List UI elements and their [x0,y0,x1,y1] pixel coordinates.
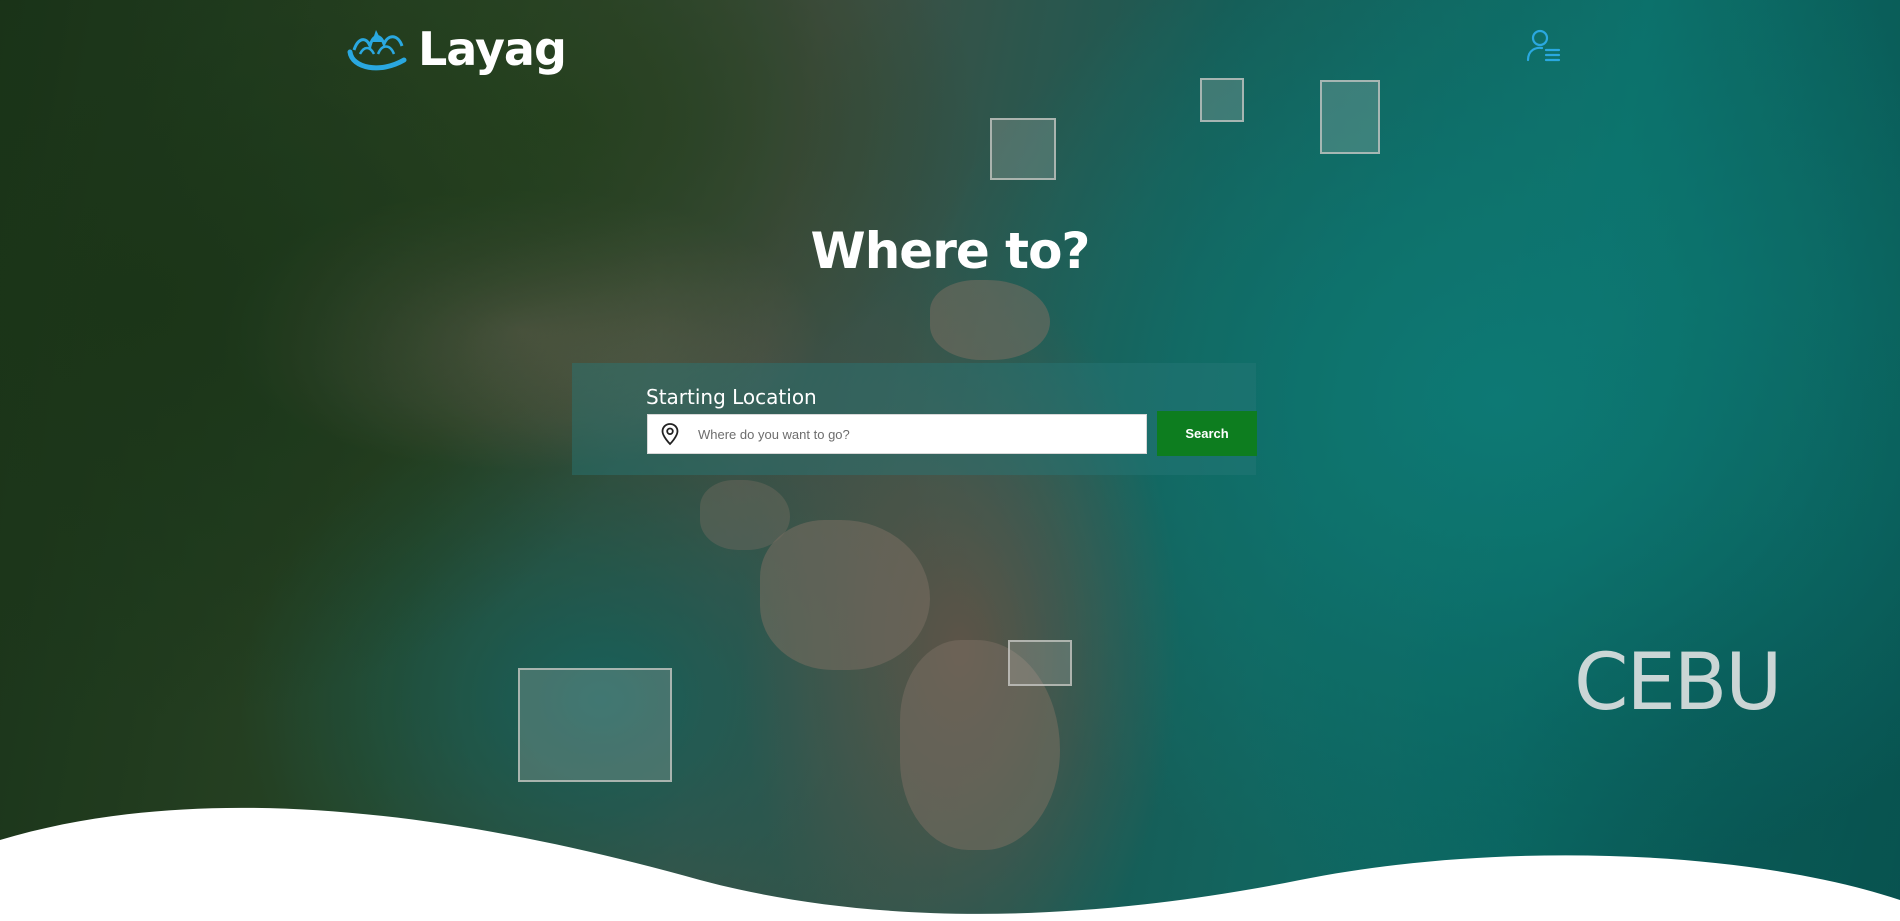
featured-city: CEBU [1574,638,1782,728]
wave-divider [0,807,1900,921]
starting-location-label: Starting Location [646,385,817,409]
search-input[interactable] [696,415,1146,453]
search-panel: Starting Location Search [572,363,1257,475]
search-button[interactable]: Search [1157,411,1257,456]
map-pin-icon [661,423,679,446]
user-menu-icon [1526,29,1561,62]
brand-name: Layag [418,22,567,76]
brand-logo[interactable]: Layag [346,22,567,76]
user-menu-button[interactable] [1526,28,1562,64]
search-field[interactable] [647,414,1147,454]
site-header: Layag [0,0,1900,100]
wave-sail-logo-icon [347,30,407,71]
page-title: Where to? [810,222,1091,280]
